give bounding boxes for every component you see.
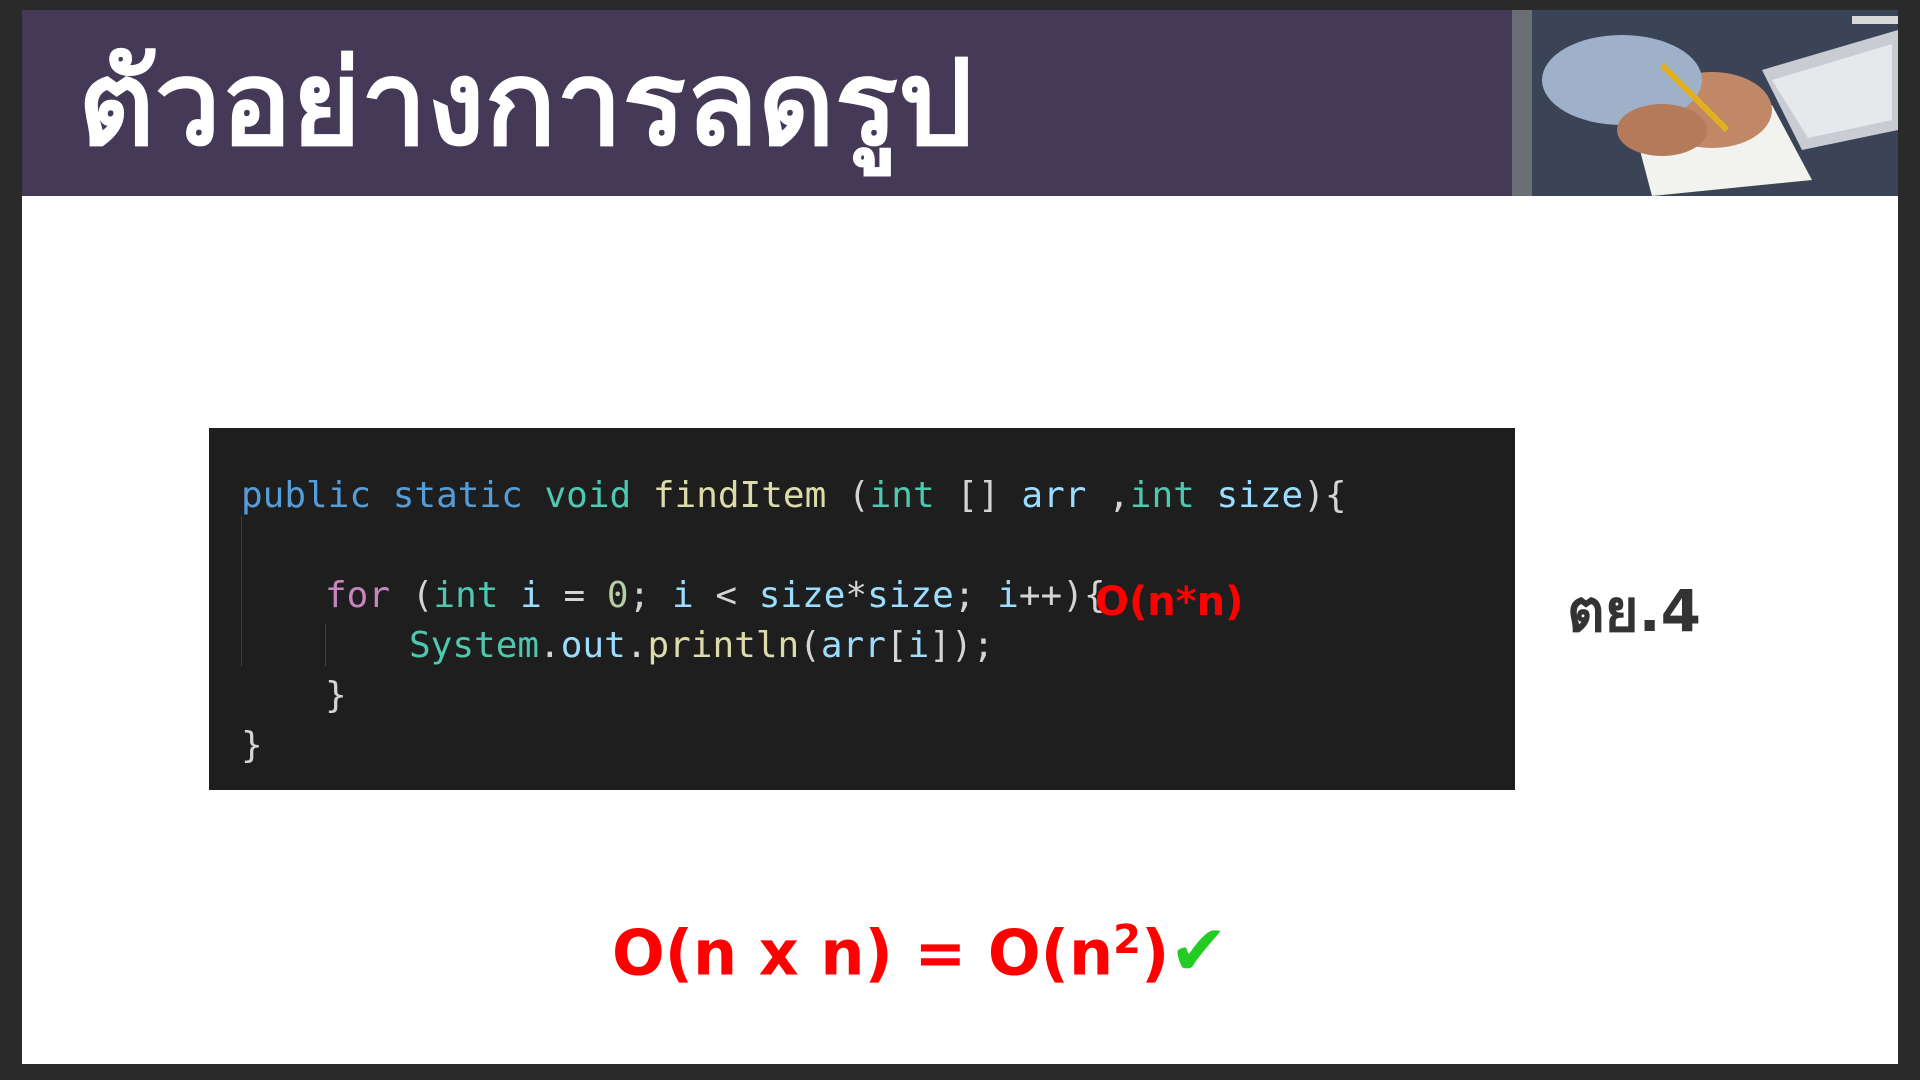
code-token: < [715, 575, 737, 616]
code-token: ; [953, 575, 976, 616]
code-token: ( [799, 625, 821, 666]
code-line-2: for (int i = 0; i < size*size; i++){ [325, 574, 1106, 618]
code-token: ]); [929, 625, 995, 666]
code-token: static [392, 475, 523, 516]
code-token: System [409, 625, 540, 666]
code-line-5: } [241, 725, 263, 766]
person-writing-photo [1512, 10, 1898, 196]
code-token: . [625, 625, 648, 666]
code-token: public [241, 475, 372, 516]
title-bar: ตัวอย่างการลดรูป [22, 10, 1512, 196]
indent-guide [325, 624, 326, 666]
code-token: i [671, 575, 694, 616]
code-token: for [325, 575, 391, 616]
code-token: int [433, 575, 499, 616]
code-token: i [907, 625, 930, 666]
code-token: int [1129, 475, 1195, 516]
code-token: . [539, 625, 561, 666]
code-token: , [1108, 475, 1130, 516]
slide-title: ตัวอย่างการลดรูป [78, 34, 974, 172]
code-token: arr [1021, 475, 1087, 516]
code-token: i [520, 575, 542, 616]
indent-guide [241, 516, 242, 666]
code-token: [] [956, 475, 1000, 516]
code-token: 0 [606, 575, 629, 616]
code-token: ; [628, 575, 651, 616]
complexity-annotation: O(n*n) [1095, 579, 1244, 625]
code-token: out [560, 625, 626, 666]
code-line-1: public static void findItem (int [] arr … [241, 474, 1347, 518]
code-line-4: } [325, 675, 347, 716]
code-token: ++){ [1018, 575, 1106, 616]
code-token: ){ [1303, 475, 1347, 516]
code-token: findItem [652, 475, 827, 516]
code-token: ( [411, 575, 434, 616]
code-token: void [544, 475, 632, 516]
code-token: [ [885, 625, 908, 666]
code-token: ( [847, 475, 870, 516]
code-token: size [1216, 475, 1304, 516]
code-token: * [845, 575, 868, 616]
code-token: int [869, 475, 935, 516]
code-token: size [867, 575, 954, 616]
example-label: ตย.4 [1567, 577, 1702, 645]
check-icon: ✔ [1169, 909, 1228, 992]
result-main: O(n x n) = O(n [612, 916, 1114, 990]
result-close: ) [1140, 916, 1170, 990]
code-line-3: System.out.println(arr[i]); [409, 624, 994, 668]
slide: ตัวอย่างการลดรูป public static void find… [22, 10, 1898, 1064]
result-equation: O(n x n) = O(n2)✔ [612, 900, 1228, 994]
code-token: println [647, 625, 800, 666]
code-panel: public static void findItem (int [] arr … [209, 428, 1515, 790]
person-writing-image [1512, 10, 1898, 196]
code-token: i [997, 575, 1019, 616]
result-superscript: 2 [1113, 917, 1141, 963]
code-token: arr [820, 625, 886, 666]
code-token: size [758, 575, 846, 616]
code-token: = [563, 575, 586, 616]
